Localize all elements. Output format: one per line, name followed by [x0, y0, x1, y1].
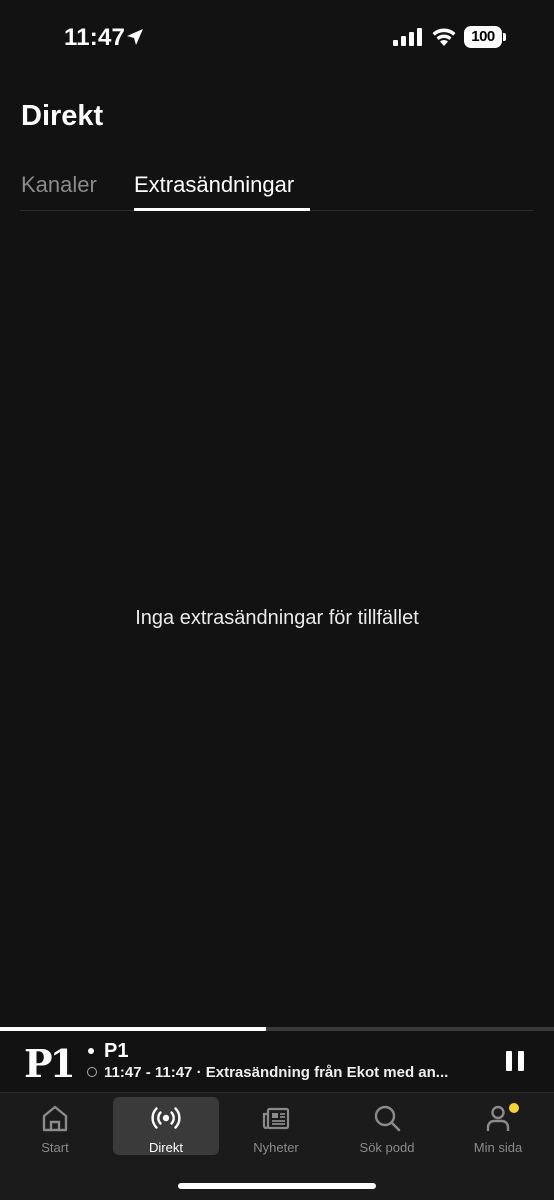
nav-min-sida[interactable]: Min sida — [445, 1097, 551, 1155]
nav-start-label: Start — [41, 1140, 69, 1155]
pause-button[interactable] — [502, 1048, 528, 1074]
mini-player[interactable]: P1 P1 11:47 - 11:47 · Extrasändning från… — [0, 1031, 554, 1092]
empty-state-message: Inga extrasändningar för tillfället — [135, 607, 419, 629]
pause-bar-left — [506, 1051, 512, 1071]
player-channel-name: P1 — [104, 1040, 129, 1062]
player-episode-title: 11:47 - 11:47 · Extrasändning från Ekot … — [104, 1064, 449, 1081]
nav-sok-podd-label: Sök podd — [359, 1140, 415, 1155]
active-tab-indicator — [134, 208, 310, 211]
notification-dot — [509, 1103, 519, 1113]
search-icon — [374, 1105, 401, 1132]
status-bar: 11:47 100 — [0, 0, 554, 76]
battery-indicator: 100 — [464, 26, 506, 48]
broadcast-icon — [151, 1107, 181, 1129]
wifi-icon — [432, 28, 456, 46]
nav-min-sida-label: Min sida — [473, 1140, 523, 1155]
battery-tip — [503, 33, 506, 41]
nav-direkt-label: Direkt — [149, 1140, 183, 1155]
status-time: 11:47 — [64, 24, 126, 51]
newspaper-icon — [262, 1107, 290, 1130]
nav-nyheter-label: Nyheter — [253, 1140, 299, 1155]
nav-sok-podd[interactable]: Sök podd — [334, 1097, 440, 1155]
nav-nyheter[interactable]: Nyheter — [223, 1097, 329, 1155]
episode-icon — [87, 1067, 97, 1077]
tab-kanaler[interactable]: Kanaler — [21, 172, 97, 210]
p1-logo: P1 — [24, 1045, 72, 1079]
tab-extrasandningar[interactable]: Extrasändningar — [134, 172, 294, 210]
svg-text:P1: P1 — [24, 1045, 72, 1079]
tab-bar-top: Kanaler Extrasändningar — [20, 168, 534, 211]
location-arrow-icon — [127, 29, 143, 45]
battery-level: 100 — [464, 26, 502, 48]
page-title: Direkt — [21, 100, 104, 132]
nav-direkt[interactable]: Direkt — [113, 1097, 219, 1155]
cellular-signal-icon — [393, 28, 422, 46]
home-icon — [42, 1105, 68, 1132]
pause-bar-right — [518, 1051, 524, 1071]
home-indicator[interactable] — [178, 1183, 376, 1189]
nav-start[interactable]: Start — [2, 1097, 108, 1155]
live-dot — [88, 1048, 94, 1054]
